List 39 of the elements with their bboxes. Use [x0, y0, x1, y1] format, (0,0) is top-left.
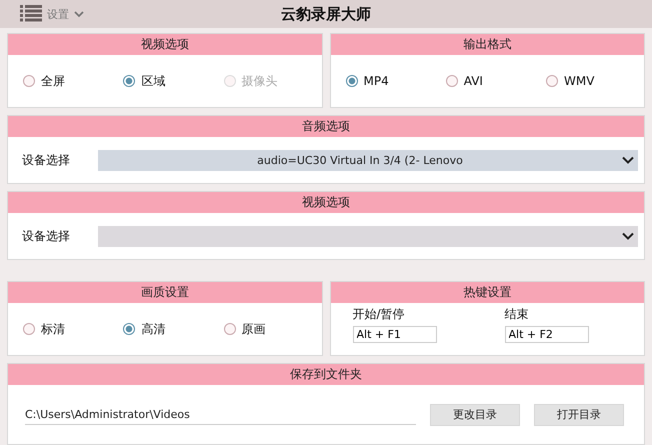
radio-icon[interactable]	[123, 75, 136, 87]
radio-option[interactable]: 高清	[123, 320, 204, 338]
field-label: 设备选择	[22, 228, 70, 244]
radio-icon[interactable]	[23, 323, 35, 335]
hotkey-label: 开始/暂停	[352, 306, 406, 323]
path-field[interactable]: C:\Users\Administrator\Videos	[25, 404, 416, 424]
radio-option[interactable]: 区域	[123, 72, 204, 90]
section-header: 视频选项	[8, 192, 644, 213]
radio-icon[interactable]	[224, 323, 236, 335]
folder-button[interactable]: 更改目录	[430, 404, 520, 426]
radio-icon[interactable]	[346, 75, 358, 87]
chevron-down-icon	[74, 10, 84, 18]
menu-icon	[20, 5, 42, 23]
device-dropdown[interactable]: audio=UC30 Virtual In 3/4 (2- Lenovo	[98, 150, 638, 170]
radio-option[interactable]: 原画	[224, 320, 304, 338]
section-header: 画质设置	[8, 282, 322, 303]
chevron-down-icon	[622, 232, 634, 240]
device-dropdown[interactable]	[98, 226, 638, 246]
hotkey-label: 结束	[504, 306, 530, 323]
radio-option[interactable]: AVI	[446, 74, 526, 88]
section-header: 保存到文件夹	[8, 364, 644, 385]
chevron-down-icon	[622, 156, 634, 164]
section-header: 热键设置	[330, 282, 644, 303]
radio-icon[interactable]	[23, 75, 35, 87]
section-header: 视频选项	[8, 34, 322, 55]
window-title: 云豹录屏大师	[281, 4, 371, 24]
radio-icon[interactable]	[123, 323, 136, 335]
hotkey-field[interactable]: Alt + F1	[352, 326, 436, 343]
radio-option[interactable]: 标清	[23, 320, 103, 338]
section-header: 输出格式	[330, 34, 644, 55]
radio-option[interactable]: WMV	[546, 74, 626, 88]
radio-icon[interactable]	[446, 75, 458, 87]
radio-icon[interactable]	[546, 75, 558, 87]
radio-option[interactable]: 全屏	[23, 72, 103, 90]
folder-button[interactable]: 打开目录	[534, 404, 624, 426]
radio-option[interactable]: MP4	[346, 74, 426, 88]
hotkey-field[interactable]: Alt + F2	[504, 326, 588, 343]
section-header: 音频选项	[8, 116, 644, 137]
field-label: 设备选择	[22, 152, 70, 168]
